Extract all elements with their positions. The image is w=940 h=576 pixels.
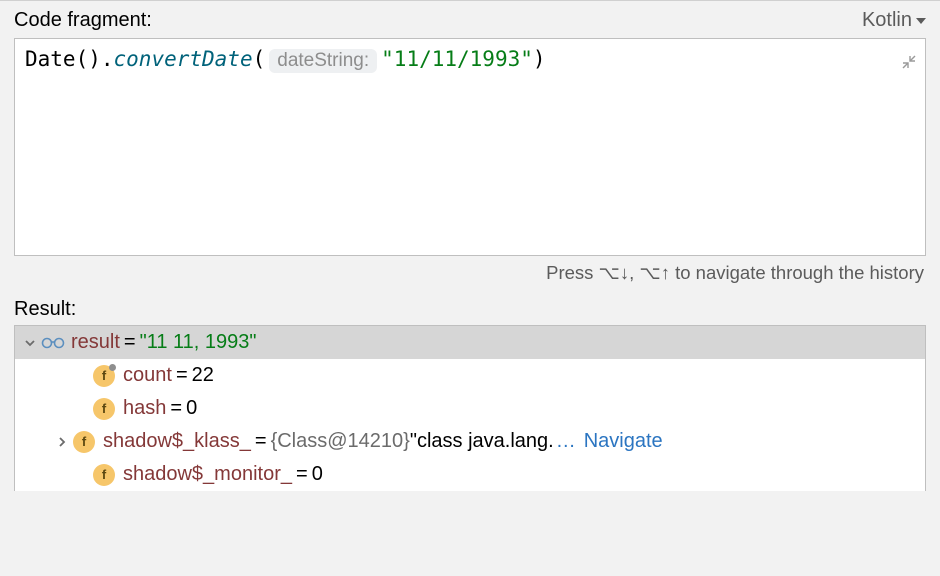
code-method-call: convertDate	[114, 47, 253, 71]
equals-sign: =	[292, 463, 312, 486]
variable-name: hash	[123, 397, 166, 420]
variable-value-object: {Class@14210}	[271, 430, 410, 453]
variable-value-text: "class java.lang.	[410, 430, 554, 453]
equals-sign: =	[166, 397, 186, 420]
language-dropdown[interactable]: Kotlin	[862, 9, 926, 32]
code-string-literal: "11/11/1993"	[381, 47, 533, 71]
equals-sign: =	[120, 331, 140, 354]
variable-value: "11 11, 1993"	[140, 331, 257, 354]
code-token: Date().	[25, 47, 114, 71]
navigate-link[interactable]: Navigate	[584, 430, 663, 453]
result-row-field[interactable]: f hash = 0	[15, 392, 925, 425]
code-fragment-header: Code fragment: Kotlin	[14, 9, 926, 32]
ellipsis-icon[interactable]: …	[556, 430, 576, 453]
history-hint: Press ⌥↓, ⌥↑ to navigate through the his…	[14, 256, 926, 294]
code-editor[interactable]: Date(). convertDate ( dateString: "11/11…	[14, 38, 926, 256]
equals-sign: =	[172, 364, 192, 387]
code-token: (	[253, 47, 266, 71]
variable-value: 0	[186, 397, 197, 420]
result-row-field[interactable]: f shadow$_monitor_ = 0	[15, 458, 925, 491]
equals-sign: =	[251, 430, 271, 453]
code-fragment-label: Code fragment:	[14, 9, 152, 32]
result-label: Result:	[14, 294, 926, 325]
result-row-field[interactable]: f shadow$_klass_ = {Class@14210} "class …	[15, 425, 925, 458]
field-icon: f	[93, 365, 115, 387]
variable-value: 22	[192, 364, 214, 387]
variable-name: result	[71, 331, 120, 354]
chevron-down-icon[interactable]	[21, 334, 39, 352]
chevron-right-icon[interactable]	[53, 433, 71, 451]
variable-name: count	[123, 364, 172, 387]
language-name: Kotlin	[862, 9, 912, 32]
result-tree: result = "11 11, 1993" f count = 22 f ha…	[14, 325, 926, 491]
collapse-icon[interactable]	[901, 51, 917, 67]
field-icon: f	[73, 431, 95, 453]
result-row-field[interactable]: f count = 22	[15, 359, 925, 392]
parameter-hint: dateString:	[269, 49, 377, 73]
code-token: )	[533, 47, 546, 71]
field-icon: f	[93, 464, 115, 486]
variable-name: shadow$_monitor_	[123, 463, 292, 486]
result-row-root[interactable]: result = "11 11, 1993"	[15, 326, 925, 359]
code-line: Date(). convertDate ( dateString: "11/11…	[25, 47, 915, 73]
chevron-down-icon	[916, 16, 926, 26]
field-icon: f	[93, 398, 115, 420]
variable-value: 0	[312, 463, 323, 486]
glasses-icon	[41, 336, 65, 350]
variable-name: shadow$_klass_	[103, 430, 251, 453]
